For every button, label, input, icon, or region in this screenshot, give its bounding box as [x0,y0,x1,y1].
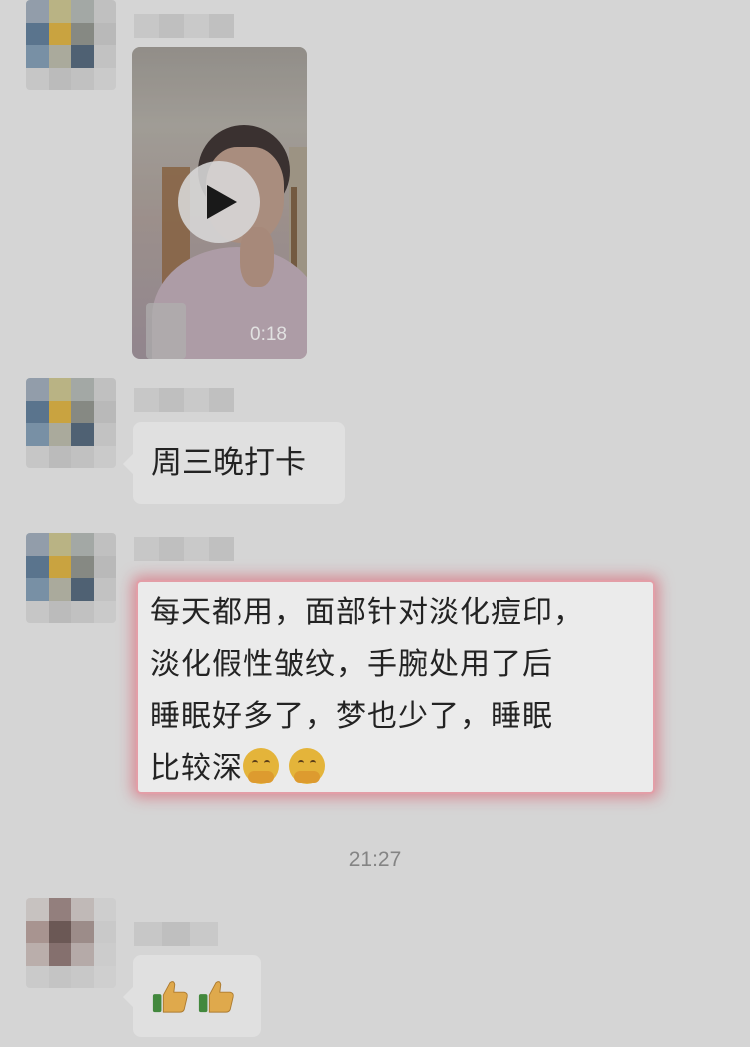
video-duration: 0:18 [250,324,287,345]
avatar[interactable] [26,0,116,90]
message-line: 睡眠好多了，梦也少了，睡眠 [150,699,553,734]
emoji-message-bubble[interactable] [123,955,261,1037]
sender-name-blurred [134,14,234,38]
avatar[interactable] [26,533,116,623]
message-line-text: 比较深 [150,751,243,786]
play-icon[interactable] [178,161,260,243]
message-line: 每天都用，面部针对淡化痘印， [150,595,584,630]
dim-overlay [0,0,750,1047]
message-line-last: 比较深 [150,743,653,795]
message-line: 淡化假性皱纹，手腕处用了后 [150,647,553,682]
avatar[interactable] [26,898,116,988]
thumbs-up-icon [152,981,188,1013]
sender-name-blurred [134,388,234,412]
avatar[interactable] [26,378,116,468]
hugging-face-icon [289,748,325,784]
sender-name-blurred [134,537,234,561]
timestamp: 21:27 [348,848,402,871]
sender-name-blurred [134,922,218,946]
highlighted-message-bubble[interactable]: 每天都用，面部针对淡化痘印， 淡化假性皱纹，手腕处用了后 睡眠好多了，梦也少了，… [138,582,653,792]
message-text: 周三晚打卡 [151,445,306,481]
thumbs-up-icon [198,981,234,1013]
hugging-face-icon [243,748,279,784]
message-bubble[interactable]: 周三晚打卡 [123,422,345,504]
